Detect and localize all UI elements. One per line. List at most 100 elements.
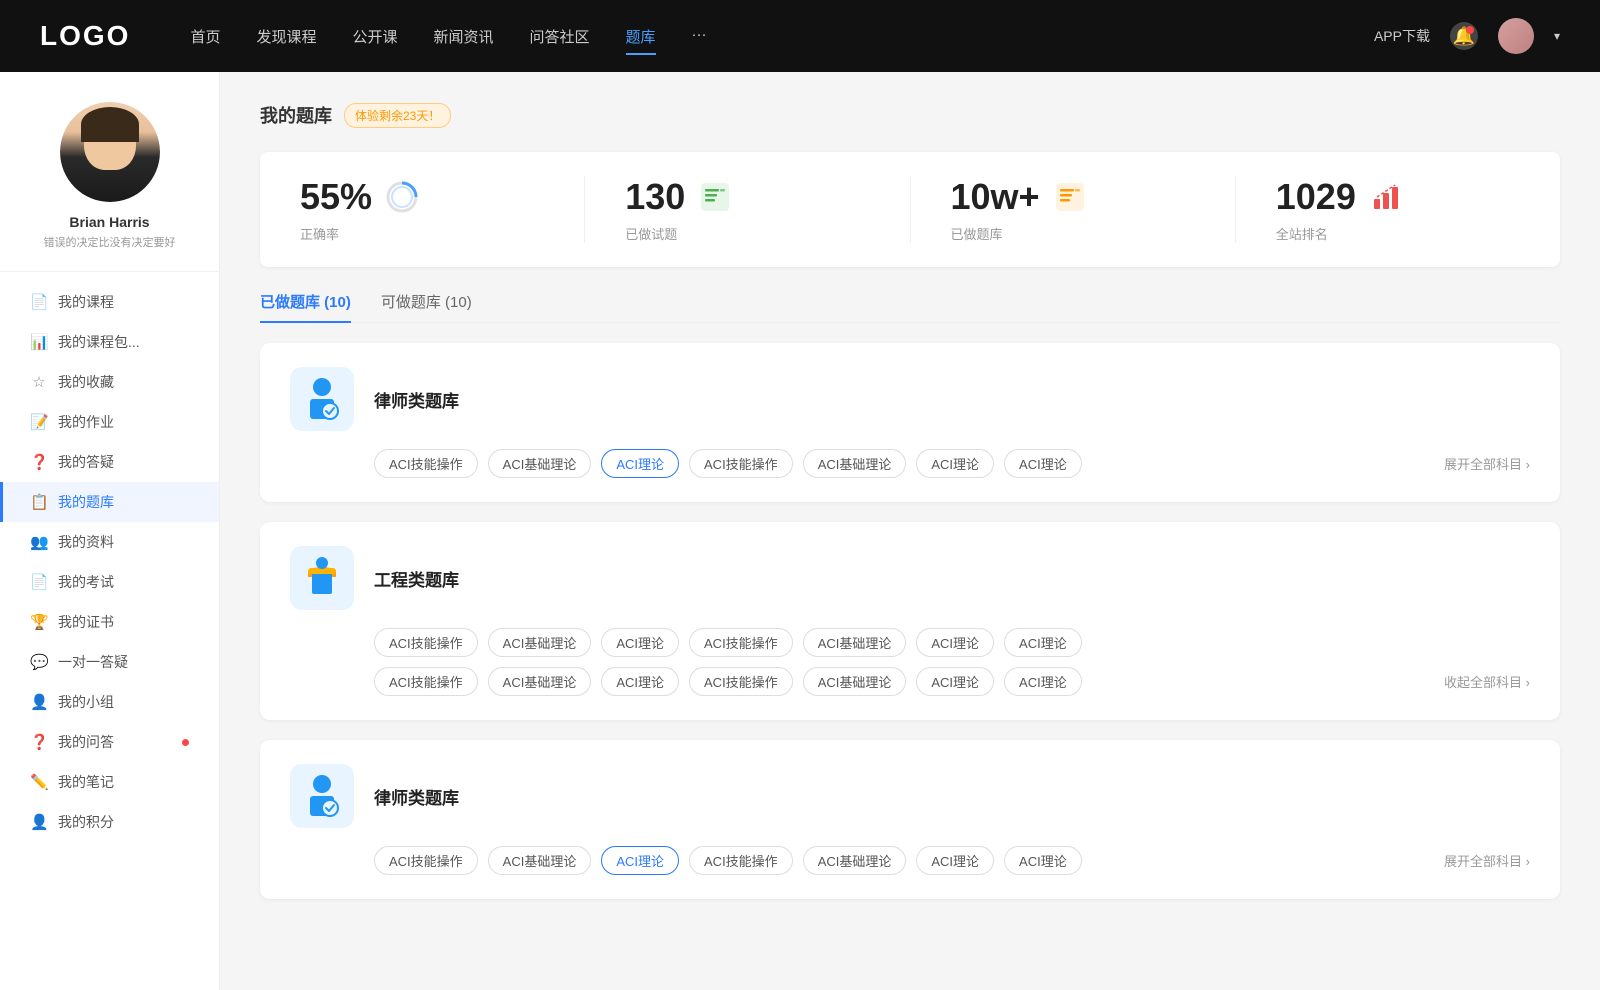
tag-item[interactable]: ACI基础理论 (803, 667, 907, 696)
certificate-icon: 🏆 (30, 613, 48, 631)
tag-item[interactable]: ACI理论 (1004, 667, 1082, 696)
sidebar-item-my-courses[interactable]: 📄 我的课程 (0, 282, 219, 322)
tag-item[interactable]: ACI技能操作 (374, 667, 478, 696)
app-download-link[interactable]: APP下载 (1374, 26, 1430, 46)
logo: LOGO (40, 20, 130, 52)
tag-item[interactable]: ACI理论 (916, 846, 994, 875)
sidebar-item-label: 我的问答 (58, 732, 168, 752)
sidebar-item-notes[interactable]: ✏️ 我的笔记 (0, 762, 219, 802)
group-icon: 👤 (30, 693, 48, 711)
homework-icon: 📝 (30, 413, 48, 431)
bank-tags-lawyer: ACI技能操作 ACI基础理论 ACI理论 ACI技能操作 ACI基础理论 AC… (290, 449, 1530, 478)
sidebar-item-profile[interactable]: 👥 我的资料 (0, 522, 219, 562)
tag-item[interactable]: ACI理论 (1004, 628, 1082, 657)
collapse-link[interactable]: 收起全部科目 › (1444, 672, 1530, 691)
sidebar-item-label: 我的考试 (58, 572, 189, 592)
tag-item[interactable]: ACI理论 (916, 449, 994, 478)
tag-item[interactable]: ACI基础理论 (488, 667, 592, 696)
question-icon: ❓ (30, 453, 48, 471)
sidebar-item-my-qa[interactable]: ❓ 我的问答 (0, 722, 219, 762)
sidebar-item-label: 我的积分 (58, 812, 189, 832)
done-banks-value: 10w+ (951, 176, 1040, 218)
qa-badge (182, 739, 189, 746)
nav-discover[interactable]: 发现课程 (256, 22, 316, 51)
notification-bell[interactable]: 🔔 (1450, 22, 1478, 50)
user-dropdown-icon[interactable]: ▾ (1554, 29, 1560, 43)
tab-available-banks[interactable]: 可做题库 (10) (381, 291, 472, 322)
sidebar-item-exam[interactable]: 📄 我的考试 (0, 562, 219, 602)
tag-item[interactable]: ACI理论 (1004, 846, 1082, 875)
nav-bank[interactable]: 题库 (626, 22, 656, 51)
sidebar-item-qa[interactable]: ❓ 我的答疑 (0, 442, 219, 482)
tag-item[interactable]: ACI基础理论 (488, 628, 592, 657)
expand-link[interactable]: 展开全部科目 › (1444, 851, 1530, 870)
tag-item[interactable]: ACI技能操作 (374, 449, 478, 478)
list-green-icon (697, 179, 733, 215)
tag-item[interactable]: ACI理论 (916, 667, 994, 696)
accuracy-label: 正确率 (300, 224, 544, 243)
nav-home[interactable]: 首页 (190, 22, 220, 51)
bank-card-header: 律师类题库 (290, 367, 1530, 431)
tag-item[interactable]: ACI基础理论 (488, 846, 592, 875)
tag-item[interactable]: ACI技能操作 (689, 667, 793, 696)
bank-title-lawyer: 律师类题库 (374, 387, 459, 412)
tag-item[interactable]: ACI技能操作 (374, 846, 478, 875)
notes-icon: ✏️ (30, 773, 48, 791)
sidebar-item-question-bank[interactable]: 📋 我的题库 (0, 482, 219, 522)
tag-item[interactable]: ACI技能操作 (374, 628, 478, 657)
bar-chart-icon: 📊 (30, 333, 48, 351)
sidebar: Brian Harris 错误的决定比没有决定要好 📄 我的课程 📊 我的课程包… (0, 72, 220, 990)
tag-item-active[interactable]: ACI理论 (601, 846, 679, 875)
tag-item[interactable]: ACI理论 (601, 628, 679, 657)
bank-tags-engineer-row2: ACI技能操作 ACI基础理论 ACI理论 ACI技能操作 ACI基础理论 AC… (290, 667, 1530, 696)
tabs: 已做题库 (10) 可做题库 (10) (260, 291, 1560, 323)
tag-item[interactable]: ACI基础理论 (803, 449, 907, 478)
expand-link[interactable]: 展开全部科目 › (1444, 454, 1530, 473)
sidebar-item-group[interactable]: 👤 我的小组 (0, 682, 219, 722)
user-name: Brian Harris (20, 214, 199, 230)
profile-icon: 👥 (30, 533, 48, 551)
ranking-value: 1029 (1276, 176, 1356, 218)
bank-card-lawyer: 律师类题库 ACI技能操作 ACI基础理论 ACI理论 ACI技能操作 ACI基… (260, 343, 1560, 502)
sidebar-item-course-package[interactable]: 📊 我的课程包... (0, 322, 219, 362)
nav-qa[interactable]: 问答社区 (530, 22, 590, 51)
bank-title-lawyer2: 律师类题库 (374, 784, 459, 809)
bank-icon-lawyer (290, 367, 354, 431)
ranking-label: 全站排名 (1276, 224, 1520, 243)
sidebar-item-certificate[interactable]: 🏆 我的证书 (0, 602, 219, 642)
tag-item[interactable]: ACI基础理论 (803, 628, 907, 657)
sidebar-item-label: 我的作业 (58, 412, 189, 432)
navbar-right: APP下载 🔔 ▾ (1374, 18, 1560, 54)
tag-item[interactable]: ACI理论 (601, 667, 679, 696)
sidebar-item-favorites[interactable]: ☆ 我的收藏 (0, 362, 219, 402)
points-icon: 👤 (30, 813, 48, 831)
tab-done-banks[interactable]: 已做题库 (10) (260, 291, 351, 322)
navbar: LOGO 首页 发现课程 公开课 新闻资讯 问答社区 题库 ··· APP下载 … (0, 0, 1600, 72)
sidebar-item-label: 我的收藏 (58, 372, 189, 392)
avatar[interactable] (1498, 18, 1534, 54)
tag-item[interactable]: ACI技能操作 (689, 449, 793, 478)
sidebar-item-1on1[interactable]: 💬 一对一答疑 (0, 642, 219, 682)
bank-card-engineer: 工程类题库 ACI技能操作 ACI基础理论 ACI理论 ACI技能操作 ACI基… (260, 522, 1560, 720)
stat-ranking: 1029 全站排名 (1236, 176, 1560, 243)
tag-item[interactable]: ACI技能操作 (689, 628, 793, 657)
tag-item[interactable]: ACI基础理论 (488, 449, 592, 478)
document-icon: 📄 (30, 293, 48, 311)
nav-news[interactable]: 新闻资讯 (434, 22, 494, 51)
tag-item[interactable]: ACI理论 (1004, 449, 1082, 478)
nav-more[interactable]: ··· (692, 22, 707, 51)
tag-item[interactable]: ACI技能操作 (689, 846, 793, 875)
nav-open-course[interactable]: 公开课 (352, 22, 397, 51)
bank-card-lawyer2: 律师类题库 ACI技能操作 ACI基础理论 ACI理论 ACI技能操作 ACI基… (260, 740, 1560, 899)
tag-item[interactable]: ACI基础理论 (803, 846, 907, 875)
tag-item[interactable]: ACI理论 (916, 628, 994, 657)
nav-menu: 首页 发现课程 公开课 新闻资讯 问答社区 题库 ··· (190, 22, 1374, 51)
sidebar-profile: Brian Harris 错误的决定比没有决定要好 (0, 102, 219, 272)
sidebar-item-points[interactable]: 👤 我的积分 (0, 802, 219, 842)
bank-icon-engineer (290, 546, 354, 610)
stat-done-questions: 130 已做试题 (585, 176, 910, 243)
tag-item-active[interactable]: ACI理论 (601, 449, 679, 478)
sidebar-item-label: 一对一答疑 (58, 652, 189, 672)
main-content: 我的题库 体验剩余23天！ 55% 正确率 (220, 72, 1600, 990)
sidebar-item-homework[interactable]: 📝 我的作业 (0, 402, 219, 442)
